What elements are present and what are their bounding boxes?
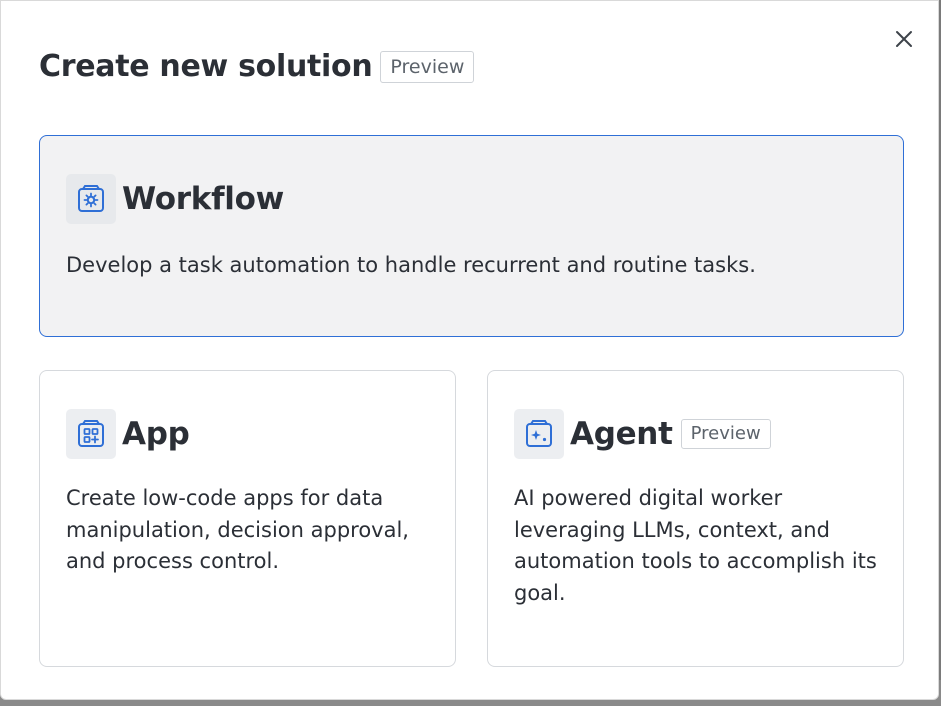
dialog-header: Create new solution Preview [39,49,475,84]
agent-preview-badge: Preview [680,419,771,449]
app-grid-icon [66,409,116,459]
workflow-option-card[interactable]: Workflow Develop a task automation to ha… [39,135,904,337]
workflow-description: Develop a task automation to handle recu… [66,253,756,277]
dialog-title: Create new solution [39,49,373,84]
agent-card-header: Agent Preview [514,409,771,459]
app-description: Create low-code apps for data manipulati… [66,486,409,573]
create-solution-dialog: Create new solution Preview Workflow Dev… [0,0,939,700]
agent-option-card[interactable]: Agent Preview AI powered digital worker … [487,370,904,667]
workflow-gear-icon [66,174,116,224]
workflow-card-header: Workflow [66,174,284,224]
app-title: App [122,416,190,452]
close-button[interactable] [889,24,919,54]
app-option-card[interactable]: App Create low-code apps for data manipu… [39,370,456,667]
agent-sparkle-icon [514,409,564,459]
preview-badge: Preview [380,50,475,83]
workflow-title: Workflow [122,181,284,217]
close-icon [896,31,912,47]
agent-title: Agent [570,416,673,452]
app-card-header: App [66,409,190,459]
agent-description: AI powered digital worker leveraging LLM… [514,486,877,605]
